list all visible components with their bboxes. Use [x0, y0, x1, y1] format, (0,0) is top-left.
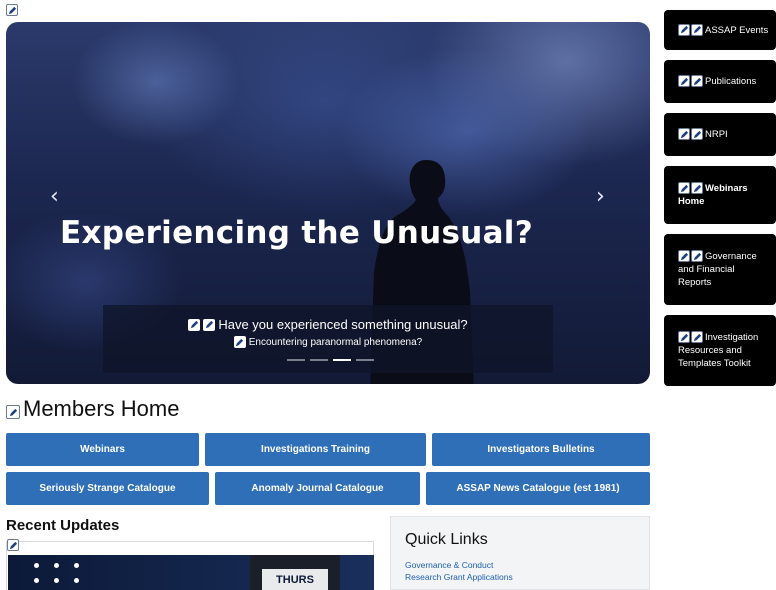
- pencil-edit-icon[interactable]: [678, 182, 690, 195]
- quick-link-research-grant[interactable]: Research Grant Applications: [405, 571, 513, 583]
- webinars-button[interactable]: Webinars: [6, 433, 199, 466]
- carousel-caption: Have you experienced something unusual? …: [103, 305, 553, 373]
- carousel-prev-arrow[interactable]: ‹: [50, 184, 59, 209]
- investigations-training-button[interactable]: Investigations Training: [205, 433, 426, 466]
- sidebar: ASSAP Events Publications NRPI Webinars …: [664, 10, 776, 396]
- pencil-edit-icon[interactable]: [691, 23, 703, 36]
- carousel-indicator[interactable]: [356, 359, 374, 361]
- hero-carousel[interactable]: ‹ › Experiencing the Unusual? Have you e…: [6, 22, 650, 384]
- quick-links-list: Governance & Conduct Research Grant Appl…: [405, 559, 513, 583]
- pencil-edit-icon[interactable]: [678, 23, 690, 36]
- caption-subtitle: Encountering paranormal phenomena?: [248, 336, 423, 348]
- pencil-edit-icon[interactable]: [678, 250, 690, 263]
- dots-decoration: [34, 563, 82, 583]
- sidebar-item-governance-reports[interactable]: Governance and Financial Reports: [664, 234, 776, 305]
- pencil-edit-icon[interactable]: [691, 75, 703, 88]
- investigators-bulletins-button[interactable]: Investigators Bulletins: [432, 433, 650, 466]
- sidebar-item-publications[interactable]: Publications: [664, 60, 776, 103]
- pencil-edit-icon[interactable]: [6, 405, 20, 419]
- quick-link-governance[interactable]: Governance & Conduct: [405, 559, 513, 571]
- pencil-edit-icon[interactable]: [6, 4, 18, 16]
- members-home-heading: Members Home: [6, 396, 179, 422]
- sidebar-item-investigation-toolkit[interactable]: Investigation Resources and Templates To…: [664, 315, 776, 386]
- pencil-edit-icon[interactable]: [691, 128, 703, 141]
- pencil-edit-icon[interactable]: [678, 128, 690, 141]
- seriously-strange-catalogue-button[interactable]: Seriously Strange Catalogue: [6, 472, 209, 505]
- sidebar-item-label: NRPI: [705, 129, 728, 140]
- pencil-edit-icon[interactable]: [7, 539, 19, 551]
- quick-links-panel: Quick Links Governance & Conduct Researc…: [390, 516, 650, 590]
- thumbnail-day-label: THURS: [262, 569, 328, 590]
- caption-title: Have you experienced something unusual?: [218, 317, 468, 332]
- carousel-headline: Experiencing the Unusual?: [60, 215, 534, 251]
- page-title: Members Home: [23, 396, 180, 421]
- recent-updates-heading: Recent Updates: [6, 517, 120, 534]
- pencil-edit-icon[interactable]: [233, 336, 246, 348]
- sidebar-item-assap-events[interactable]: ASSAP Events: [664, 10, 776, 50]
- members-button-row-1: Webinars Investigations Training Investi…: [6, 433, 650, 466]
- members-button-row-2: Seriously Strange Catalogue Anomaly Jour…: [6, 472, 650, 505]
- pencil-edit-icon[interactable]: [678, 75, 690, 88]
- quick-links-heading: Quick Links: [405, 531, 488, 548]
- recent-update-thumbnail[interactable]: THURS: [8, 555, 374, 590]
- pencil-edit-icon[interactable]: [203, 318, 216, 331]
- pencil-edit-icon[interactable]: [188, 318, 201, 331]
- sidebar-item-nrpi[interactable]: NRPI: [664, 113, 776, 156]
- pencil-edit-icon[interactable]: [691, 250, 703, 263]
- anomaly-journal-catalogue-button[interactable]: Anomaly Journal Catalogue: [215, 472, 420, 505]
- sidebar-item-label: ASSAP Events: [705, 24, 769, 36]
- sidebar-item-label: Publications: [705, 76, 757, 87]
- carousel-next-arrow[interactable]: ›: [596, 184, 605, 209]
- carousel-indicator[interactable]: [287, 359, 305, 361]
- carousel-indicator-active[interactable]: [333, 359, 351, 361]
- pencil-edit-icon[interactable]: [691, 182, 703, 195]
- pencil-edit-icon[interactable]: [678, 331, 690, 344]
- pencil-edit-icon[interactable]: [691, 331, 703, 344]
- carousel-indicators: [287, 359, 374, 361]
- carousel-indicator[interactable]: [310, 359, 328, 361]
- sidebar-item-webinars-home[interactable]: Webinars Home: [664, 166, 776, 224]
- assap-news-catalogue-button[interactable]: ASSAP News Catalogue (est 1981): [426, 472, 650, 505]
